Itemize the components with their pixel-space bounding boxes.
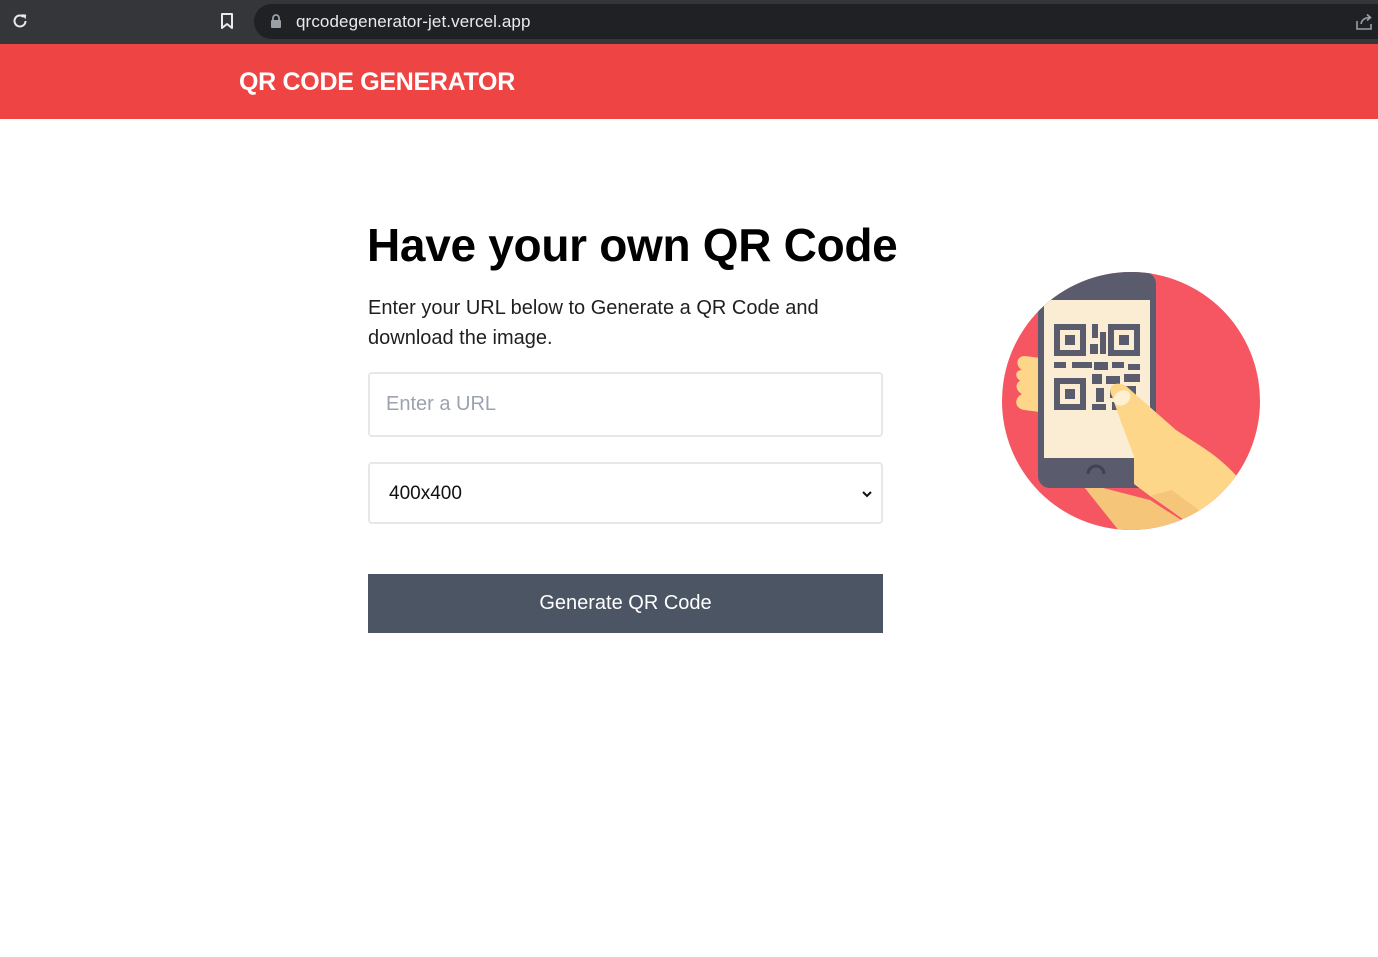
- share-icon[interactable]: [1354, 12, 1374, 32]
- site-header: QR CODE GENERATOR: [0, 44, 1378, 119]
- page-title: Have your own QR Code: [367, 219, 898, 271]
- phone-qr-scan-illustration: [1002, 272, 1260, 530]
- address-bar[interactable]: qrcodegenerator-jet.vercel.app: [254, 4, 1378, 39]
- lock-icon: [271, 14, 281, 28]
- generate-qr-button[interactable]: Generate QR Code: [368, 574, 883, 633]
- chevron-down-icon: [862, 491, 872, 498]
- size-select-value: 400x400: [389, 483, 462, 504]
- address-url: qrcodegenerator-jet.vercel.app: [296, 12, 531, 31]
- size-select[interactable]: 400x400: [368, 462, 883, 524]
- page-description: Enter your URL below to Generate a QR Co…: [368, 297, 819, 349]
- browser-toolbar: qrcodegenerator-jet.vercel.app: [0, 0, 1378, 44]
- brand-title[interactable]: QR CODE GENERATOR: [239, 68, 515, 97]
- bookmark-icon[interactable]: [217, 11, 237, 31]
- url-input[interactable]: [368, 372, 883, 437]
- reload-icon[interactable]: [10, 11, 30, 31]
